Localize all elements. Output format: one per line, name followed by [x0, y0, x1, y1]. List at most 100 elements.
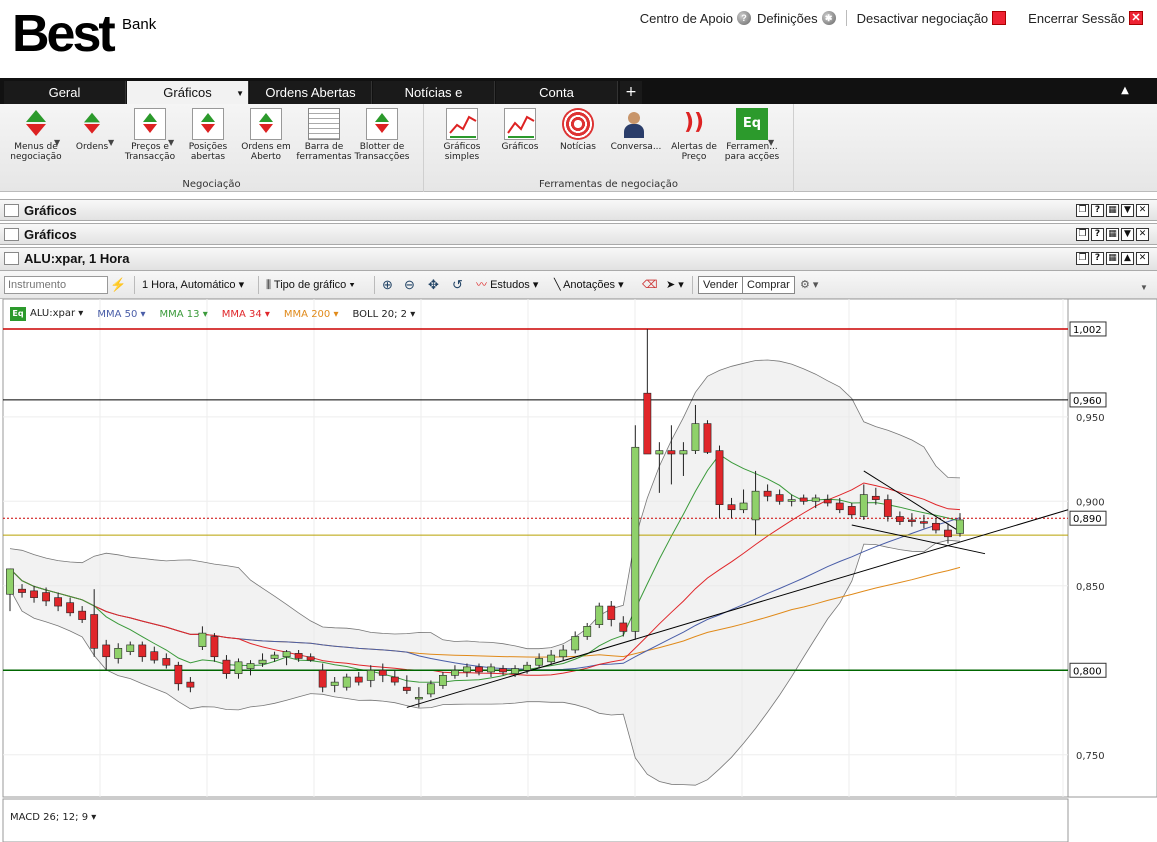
toolbar-button[interactable]: Barra de ferramentas: [294, 108, 354, 162]
y-tick-label: 0,950: [1076, 413, 1105, 424]
candle-body: [523, 664, 531, 671]
cursor-select[interactable]: ➤ ▾: [666, 276, 684, 294]
candle-body: [258, 659, 267, 664]
logout-link[interactable]: Encerrar Sessão ✕: [1028, 11, 1143, 26]
legend-ma200[interactable]: MMA 200 ▾: [284, 309, 339, 320]
legend-instrument[interactable]: Eq ALU:xpar ▾: [10, 307, 83, 321]
fit-icon[interactable]: ✥: [428, 276, 439, 294]
minimize-icon[interactable]: ▼: [1121, 204, 1134, 217]
candle-body: [607, 605, 616, 620]
dropdown-caret-icon: ▼: [236, 89, 244, 98]
chart-area[interactable]: 0,950 0,900 0,850 0,800 0,750 1,002 0,960 0,890…: [0, 299, 1157, 842]
candle-body: [920, 521, 928, 524]
candle-body: [102, 644, 111, 658]
sell-button[interactable]: Vender: [698, 276, 743, 294]
news-button[interactable]: Notícias: [548, 108, 608, 152]
help-icon[interactable]: ?: [1091, 228, 1104, 241]
candle-body: [487, 666, 495, 673]
annotations-select[interactable]: ╲ Anotações ▾: [554, 276, 624, 294]
legend-label: MMA 13: [159, 308, 200, 320]
candle-body: [270, 654, 279, 659]
legend-boll[interactable]: BOLL 20; 2 ▾: [353, 309, 416, 320]
help-icon[interactable]: ?: [1091, 252, 1104, 265]
instrument-input[interactable]: [4, 276, 108, 294]
maximize-icon[interactable]: ▲: [1121, 252, 1134, 265]
price-alerts-button[interactable]: Alertas de Preço: [664, 108, 724, 162]
header: Best Bank Centro de Apoio ? Definições ✱…: [0, 0, 1157, 78]
legend-ma13[interactable]: MMA 13 ▾: [160, 309, 208, 320]
grid-icon[interactable]: ▦: [1106, 228, 1119, 241]
buy-button[interactable]: Comprar: [742, 276, 795, 294]
dropdown-caret-icon: ▼: [768, 138, 775, 147]
disable-trading-link[interactable]: Desactivar negociação: [857, 11, 1007, 26]
timeframe-select[interactable]: 1 Hora, Automático ▾: [142, 276, 244, 294]
candle-body: [42, 592, 50, 602]
legend-macd[interactable]: MACD 26; 12; 9 ▾: [10, 812, 96, 823]
candle-body: [691, 423, 700, 451]
add-tab-button[interactable]: +: [620, 81, 642, 104]
eraser-icon[interactable]: ⌫: [642, 276, 658, 294]
equity-icon: Eq: [10, 307, 26, 321]
equity-tools-button[interactable]: Eq Ferramen... para acções ▼: [722, 108, 782, 162]
tab-conta[interactable]: Conta: [496, 81, 618, 104]
support-link[interactable]: Centro de Apoio ?: [640, 11, 751, 26]
reset-icon[interactable]: ↺: [452, 276, 463, 294]
chat-button[interactable]: Conversa...: [606, 108, 666, 152]
orders-button[interactable]: Ordens ▼: [62, 108, 122, 152]
simple-charts-button[interactable]: Gráficos simples: [432, 108, 492, 162]
open-positions-button[interactable]: Posições abertas: [178, 108, 238, 162]
zoom-in-icon[interactable]: ⊕: [382, 276, 393, 294]
close-icon[interactable]: ✕: [1136, 204, 1149, 217]
restore-icon[interactable]: ❐: [1076, 252, 1089, 265]
settings-link[interactable]: Definições ✱: [757, 11, 836, 26]
legend-ma34[interactable]: MMA 34 ▾: [222, 309, 270, 320]
chart-icon: [446, 108, 478, 140]
tab-geral[interactable]: Geral: [4, 81, 126, 104]
chart-type-label: Tipo de gráfico: [273, 279, 347, 291]
add-study-icon[interactable]: ⚡: [110, 276, 126, 294]
help-icon[interactable]: ?: [1091, 204, 1104, 217]
legend-label: BOLL 20; 2: [352, 308, 408, 320]
restore-icon[interactable]: ❐: [1076, 228, 1089, 241]
candle-body: [907, 519, 916, 522]
panel-header-charts-2[interactable]: Gráficos ❐ ? ▦ ▼ ✕: [0, 223, 1157, 245]
dropdown-caret-icon: ▼: [168, 138, 175, 147]
restore-icon[interactable]: ❐: [1076, 204, 1089, 217]
close-icon[interactable]: ✕: [1136, 228, 1149, 241]
candle-body: [426, 683, 435, 695]
scroll-down-icon[interactable]: ▼: [1140, 279, 1148, 297]
y-tick-label: 0,750: [1076, 751, 1105, 762]
candle-body: [30, 590, 38, 598]
prices-button[interactable]: Preços e Transacção ▼: [120, 108, 180, 162]
grid-icon[interactable]: ▦: [1106, 204, 1119, 217]
main-tabs: Geral Gráficos ▼ Ordens Abertas Notícias …: [0, 78, 1157, 104]
tab-noticias[interactable]: Notícias e: [373, 81, 495, 104]
collapse-ribbon-icon[interactable]: ▲: [1119, 85, 1131, 97]
window-controls: ❐ ? ▦ ▼ ✕: [1076, 228, 1149, 241]
zoom-out-icon[interactable]: ⊖: [404, 276, 415, 294]
gear-icon[interactable]: ⚙ ▾: [800, 276, 818, 294]
price-chart[interactable]: 0,950 0,900 0,850 0,800 0,750 1,002 0,960 0,890…: [0, 299, 1157, 842]
studies-select[interactable]: 〰 Estudos ▾: [476, 276, 538, 294]
charts-button[interactable]: Gráficos: [490, 108, 550, 152]
panel-header-alu[interactable]: ALU:xpar, 1 Hora ❐ ? ▦ ▲ ✕: [0, 247, 1157, 271]
panel-header-charts-1[interactable]: Gráficos ❐ ? ▦ ▼ ✕: [0, 199, 1157, 221]
chart-type-select[interactable]: ⫼ Tipo de gráfico ▾: [266, 276, 355, 294]
legend-ma50[interactable]: MMA 50 ▾: [97, 309, 145, 320]
tab-ordens-abertas[interactable]: Ordens Abertas: [250, 81, 372, 104]
close-icon[interactable]: ✕: [1136, 252, 1149, 265]
tab-graficos[interactable]: Gráficos ▼: [127, 81, 249, 104]
minimize-icon[interactable]: ▼: [1121, 228, 1134, 241]
divider: [374, 276, 375, 294]
open-orders-button[interactable]: Ordens em Aberto: [236, 108, 296, 162]
divider: [134, 276, 135, 294]
candle-body: [66, 602, 75, 614]
blotter-button[interactable]: Blotter de Transacções: [352, 108, 412, 162]
trading-menus-button[interactable]: Menus de negociação ▼: [6, 108, 66, 162]
grid-icon[interactable]: ▦: [1106, 252, 1119, 265]
orders-arrows-icon: [79, 111, 105, 137]
candle-body: [463, 666, 471, 673]
candle-body: [402, 686, 411, 691]
candle-body: [631, 446, 640, 632]
chart-toolbar: ⚡ 1 Hora, Automático ▾ ⫼ Tipo de gráfico…: [0, 271, 1157, 299]
